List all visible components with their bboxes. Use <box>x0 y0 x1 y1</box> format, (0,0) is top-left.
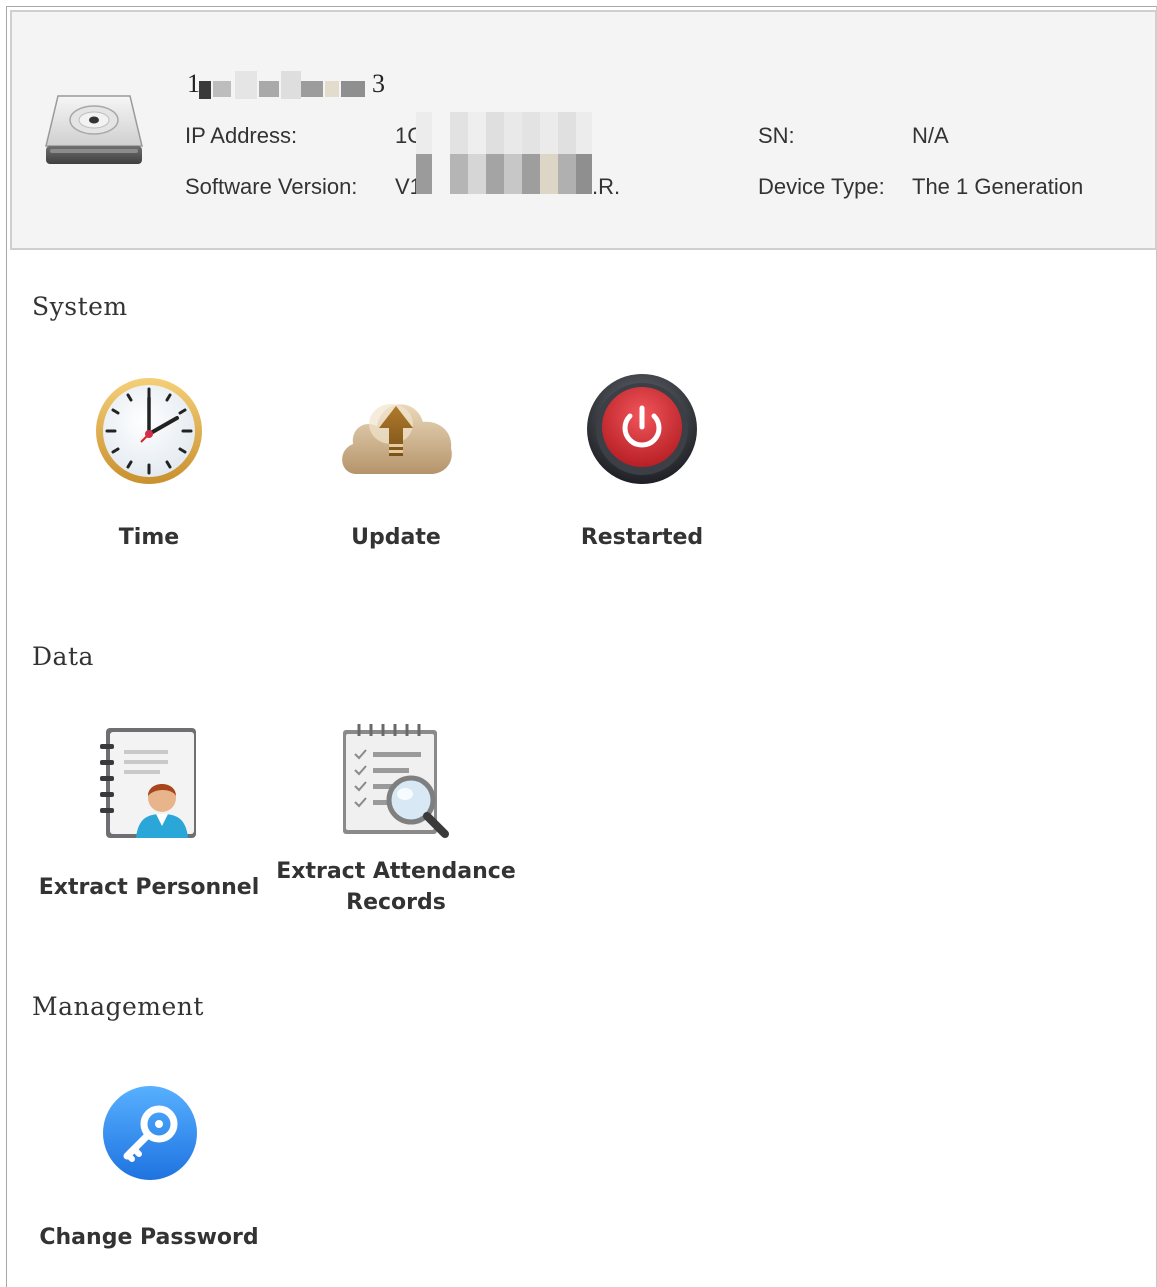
section-title-management: Management <box>32 992 204 1021</box>
device-info-panel: 1 3 IP Address: 1C Software Version: V1 … <box>10 10 1157 250</box>
time-button[interactable]: Time <box>24 370 274 560</box>
section-title-data: Data <box>32 642 94 671</box>
software-version-label: Software Version: <box>185 174 358 199</box>
extract-personnel-button[interactable]: Extract Personnel <box>24 720 274 920</box>
sn-value: N/A <box>912 123 949 148</box>
restart-button[interactable]: Restarted <box>517 370 767 560</box>
device-type-value: The 1 Generation <box>912 174 1084 199</box>
extract-attendance-records-label: Extract Attendance Records <box>276 859 516 915</box>
change-password-button[interactable]: Change Password <box>24 1076 274 1266</box>
personnel-book-icon <box>100 728 196 838</box>
update-label: Update <box>351 525 441 550</box>
time-label: Time <box>118 525 180 550</box>
update-button[interactable]: Update <box>271 370 521 560</box>
cloud-upload-icon <box>342 404 452 474</box>
section-title-system: System <box>32 292 128 321</box>
device-name-suffix: 3 <box>372 69 385 98</box>
redacted-block <box>416 112 592 194</box>
clock-icon <box>96 378 202 484</box>
ip-address-label: IP Address: <box>185 123 298 148</box>
device-type-label: Device Type: <box>758 174 885 199</box>
extract-attendance-records-button[interactable]: Extract Attendance Records <box>271 720 521 920</box>
attendance-records-icon <box>343 724 449 838</box>
restart-label: Restarted <box>580 525 704 550</box>
extract-personnel-label: Extract Personnel <box>38 875 260 900</box>
software-version-suffix: .R. <box>592 174 621 199</box>
change-password-label: Change Password <box>39 1225 259 1250</box>
power-icon <box>587 374 697 484</box>
key-icon <box>103 1086 197 1180</box>
hard-drive-icon <box>45 95 143 164</box>
sn-label: SN: <box>758 123 795 148</box>
device-name: 1 3 <box>187 67 387 101</box>
